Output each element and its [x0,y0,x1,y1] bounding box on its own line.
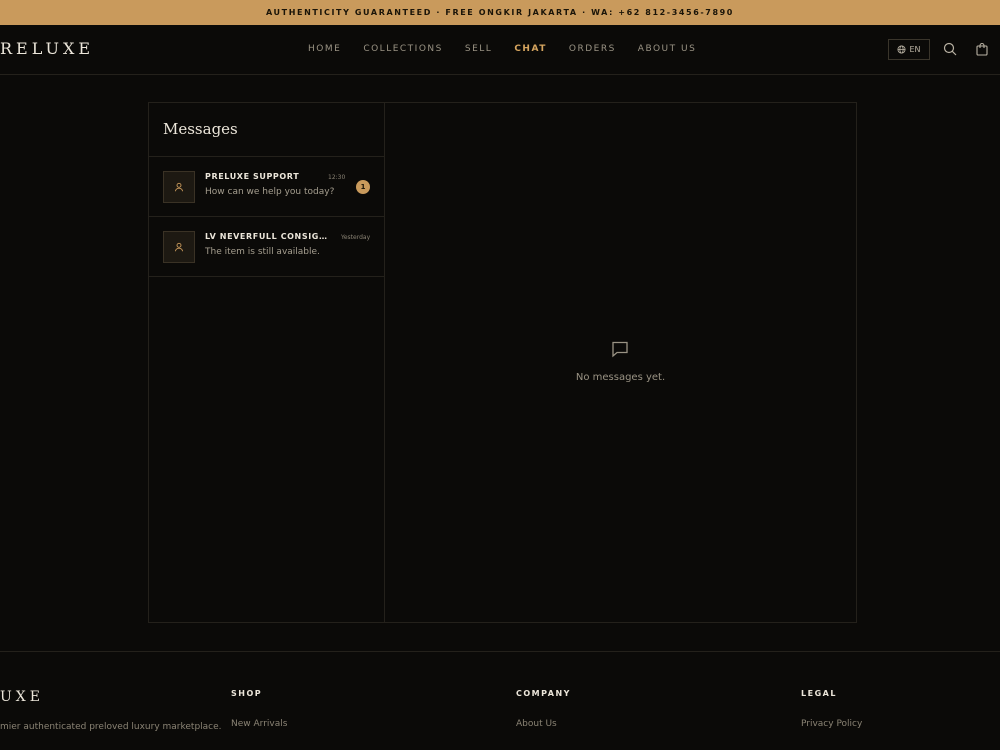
cart-button[interactable] [975,41,991,57]
nav-orders[interactable]: ORDERS [569,44,616,54]
language-label: EN [909,45,921,54]
message-square-icon [612,341,628,358]
footer-link-privacy-policy[interactable]: Privacy Policy [801,719,862,729]
footer-link-about-us[interactable]: About Us [516,719,557,729]
messages-title: Messages [163,120,238,138]
nav-home[interactable]: HOME [308,44,341,54]
brand-logo[interactable]: RELUXE [0,39,94,58]
footer-heading-shop: SHOP [231,689,263,698]
conversation-list-panel: Messages PRELUXE SUPPORT 12:30 How can w… [149,103,385,622]
footer-tagline: mier authenticated preloved luxury marke… [0,722,222,732]
avatar [163,231,195,263]
cart-icon [976,42,988,56]
unread-badge: 1 [356,180,370,194]
announcement-bar: AUTHENTICITY GUARANTEED · FREE ONGKIR JA… [0,0,1000,25]
nav-collections[interactable]: COLLECTIONS [363,44,443,54]
conversation-name: PRELUXE SUPPORT [205,172,300,181]
footer-heading-legal: LEGAL [801,689,837,698]
main-nav: HOME COLLECTIONS SELL CHAT ORDERS ABOUT … [308,44,718,54]
conversation-name: LV NEVERFULL CONSIGN... [205,232,333,241]
chat-empty-state: No messages yet. [385,103,856,622]
conversation-time: 12:30 [328,174,346,181]
top-navbar: RELUXE HOME COLLECTIONS SELL CHAT ORDERS… [0,25,1000,75]
user-icon [175,242,183,252]
avatar [163,171,195,203]
footer-logo: UXE [0,689,44,705]
user-icon [175,182,183,192]
nav-chat[interactable]: CHAT [514,44,547,54]
conversation-time: Yesterday [341,234,371,241]
conversation-item[interactable]: PRELUXE SUPPORT 12:30 How can we help yo… [149,157,384,217]
chat-container: Messages PRELUXE SUPPORT 12:30 How can w… [148,102,857,623]
footer-heading-company: COMPANY [516,689,571,698]
empty-message: No messages yet. [575,372,666,383]
language-selector[interactable]: EN [888,39,930,60]
nav-sell[interactable]: SELL [465,44,492,54]
nav-about-us[interactable]: ABOUT US [638,44,697,54]
footer-link-new-arrivals[interactable]: New Arrivals [231,719,287,729]
announcement-text: AUTHENTICITY GUARANTEED · FREE ONGKIR JA… [266,8,734,17]
search-button[interactable] [943,41,959,57]
conversation-item[interactable]: LV NEVERFULL CONSIGN... Yesterday The it… [149,217,384,277]
footer: UXE mier authenticated preloved luxury m… [0,651,1000,750]
conversation-preview: The item is still available. [205,247,320,257]
conversation-preview: How can we help you today? [205,187,335,197]
globe-icon [897,45,906,54]
search-icon [943,42,957,56]
